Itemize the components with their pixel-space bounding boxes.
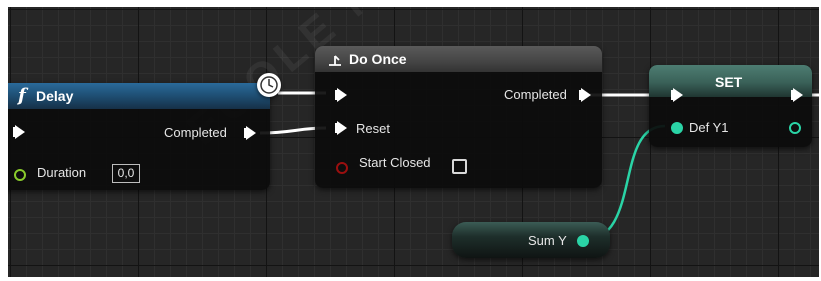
delay-node-header[interactable]: f Delay: [8, 83, 270, 109]
delay-completed-pin[interactable]: [244, 126, 256, 140]
clock-icon: [260, 76, 278, 94]
start-closed-pin[interactable]: [336, 162, 348, 174]
do-once-node-header[interactable]: Do Once: [315, 46, 602, 72]
blueprint-graph-canvas[interactable]: ECOLE NATIONALE f Delay Completed Durati…: [8, 7, 819, 277]
do-once-node[interactable]: Do Once Completed Reset Start Closed: [315, 46, 602, 188]
sum-y-getter-node[interactable]: Sum Y: [452, 222, 610, 258]
def-y1-output-pin[interactable]: [789, 122, 801, 134]
set-node[interactable]: SET Def Y1: [649, 65, 812, 147]
sum-y-label: Sum Y: [528, 233, 567, 248]
duration-label: Duration: [37, 165, 87, 180]
flow-control-icon: [329, 55, 341, 66]
set-node-title: SET: [715, 74, 743, 90]
reroute-node[interactable]: [257, 73, 281, 97]
delay-node[interactable]: f Delay Completed Duration 0,0: [8, 83, 270, 190]
duration-input[interactable]: 0,0: [112, 164, 140, 183]
def-y1-input-pin[interactable]: [671, 122, 683, 134]
delay-exec-in-pin[interactable]: [13, 125, 25, 139]
reset-label: Reset: [356, 121, 390, 136]
set-exec-in-pin[interactable]: [671, 88, 683, 102]
start-closed-label: Start Closed: [359, 155, 431, 170]
do-once-node-title: Do Once: [349, 51, 407, 67]
delay-completed-label: Completed: [164, 125, 227, 140]
duration-pin[interactable]: [14, 169, 26, 181]
function-icon: f: [18, 85, 26, 106]
def-y1-label: Def Y1: [689, 120, 729, 135]
do-once-exec-in-pin[interactable]: [335, 88, 347, 102]
delay-node-title: Delay: [36, 88, 74, 104]
reset-exec-pin[interactable]: [335, 121, 347, 135]
sum-y-output-pin[interactable]: [577, 235, 589, 247]
set-exec-out-pin[interactable]: [791, 88, 803, 102]
do-once-completed-label: Completed: [504, 87, 567, 102]
start-closed-checkbox[interactable]: [452, 159, 467, 174]
do-once-completed-pin[interactable]: [579, 88, 591, 102]
